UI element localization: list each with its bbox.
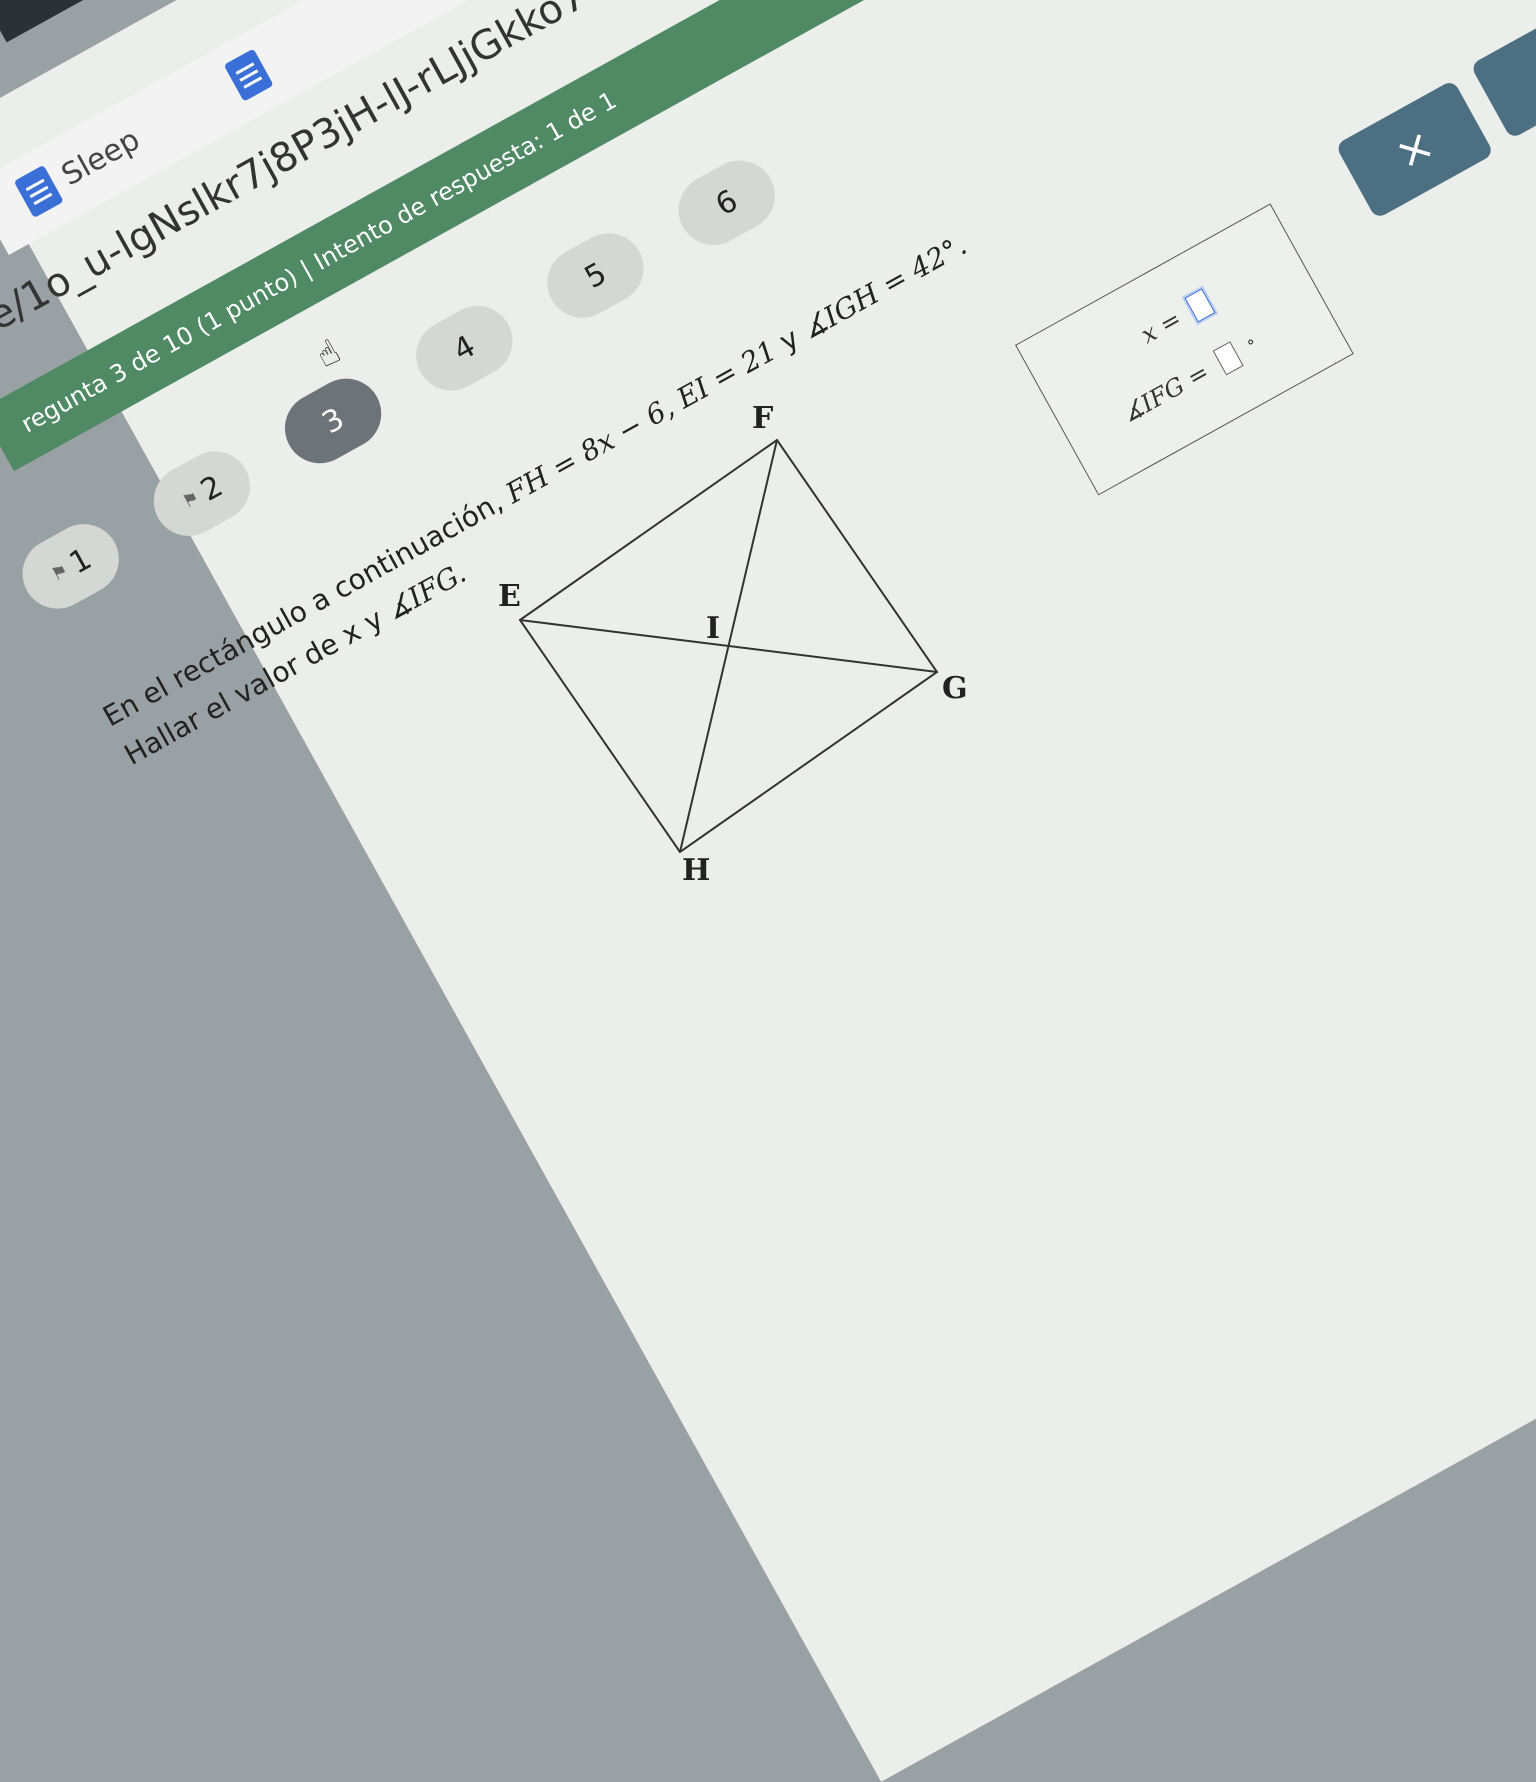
flag-icon: ⚑ xyxy=(47,559,72,586)
doc-icon xyxy=(223,48,274,102)
nav-label: 4 xyxy=(447,328,482,369)
nav-label: 5 xyxy=(578,255,613,296)
doc-icon xyxy=(13,164,64,219)
nav-label: 3 xyxy=(316,400,350,441)
nav-label: 6 xyxy=(709,182,744,223)
x-answer-input[interactable] xyxy=(1184,288,1216,323)
nav-question-1[interactable]: ⚑ 1 xyxy=(10,511,132,622)
bookmark-doc[interactable] xyxy=(223,48,274,102)
answer-row-angle: ∡IFG = ° xyxy=(1117,331,1262,429)
answer-row-x: x = xyxy=(1136,288,1216,350)
answer-label-x: x = xyxy=(1136,304,1187,350)
degree-symbol: ° xyxy=(1244,334,1261,356)
answer-label-angle: ∡IFG = xyxy=(1117,357,1214,429)
bookmark-label: Sleep xyxy=(55,121,146,193)
angle-answer-input[interactable] xyxy=(1212,341,1244,376)
screen: Sleep e/1o_u-lgNslkr7j8P3jH-lJ-rLJjGkko7… xyxy=(0,0,1536,1782)
close-icon: × xyxy=(1386,118,1444,181)
flag-icon: ⚑ xyxy=(178,486,204,513)
